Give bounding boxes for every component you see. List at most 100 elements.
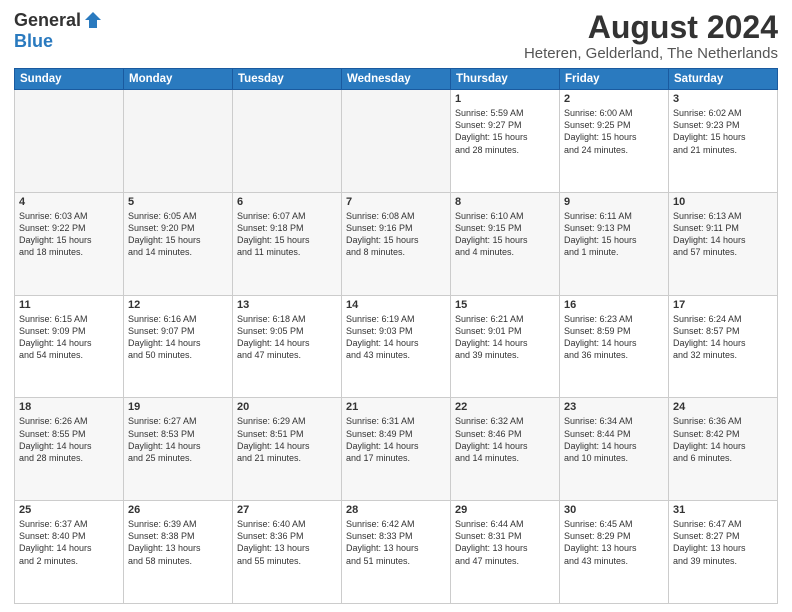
calendar-cell: 8 Sunrise: 6:10 AM Sunset: 9:15 PM Daylig… <box>451 192 560 295</box>
calendar-day-header: Thursday <box>451 69 560 90</box>
day-number: 11 <box>19 299 119 311</box>
day-info: Sunrise: 6:45 AM Sunset: 8:29 PM Dayligh… <box>564 518 664 567</box>
day-number: 5 <box>128 196 228 208</box>
day-info: Sunrise: 6:32 AM Sunset: 8:46 PM Dayligh… <box>455 415 555 464</box>
calendar-cell: 2 Sunrise: 6:00 AM Sunset: 9:25 PM Daylig… <box>560 90 669 193</box>
calendar-cell: 19 Sunrise: 6:27 AM Sunset: 8:53 PM Dayli… <box>124 398 233 501</box>
day-number: 3 <box>673 93 773 105</box>
day-number: 9 <box>564 196 664 208</box>
calendar-cell: 25 Sunrise: 6:37 AM Sunset: 8:40 PM Dayli… <box>15 501 124 604</box>
day-info: Sunrise: 6:10 AM Sunset: 9:15 PM Dayligh… <box>455 210 555 259</box>
day-number: 15 <box>455 299 555 311</box>
day-info: Sunrise: 6:40 AM Sunset: 8:36 PM Dayligh… <box>237 518 337 567</box>
calendar-day-header: Tuesday <box>233 69 342 90</box>
calendar-day-header: Wednesday <box>342 69 451 90</box>
calendar-cell: 3 Sunrise: 6:02 AM Sunset: 9:23 PM Daylig… <box>669 90 778 193</box>
day-number: 10 <box>673 196 773 208</box>
calendar-day-header: Saturday <box>669 69 778 90</box>
logo: General Blue <box>14 10 103 52</box>
calendar-week-row: 25 Sunrise: 6:37 AM Sunset: 8:40 PM Dayli… <box>15 501 778 604</box>
day-info: Sunrise: 6:02 AM Sunset: 9:23 PM Dayligh… <box>673 107 773 156</box>
day-number: 24 <box>673 401 773 413</box>
logo-blue-text: Blue <box>14 31 53 52</box>
calendar-cell: 27 Sunrise: 6:40 AM Sunset: 8:36 PM Dayli… <box>233 501 342 604</box>
calendar-cell: 24 Sunrise: 6:36 AM Sunset: 8:42 PM Dayli… <box>669 398 778 501</box>
logo-general-text: General <box>14 10 81 31</box>
calendar-week-row: 4Sunrise: 6:03 AM Sunset: 9:22 PM Daylig… <box>15 192 778 295</box>
month-year: August 2024 <box>524 10 778 45</box>
day-number: 29 <box>455 504 555 516</box>
calendar-cell: 14 Sunrise: 6:19 AM Sunset: 9:03 PM Dayli… <box>342 295 451 398</box>
calendar-cell: 22 Sunrise: 6:32 AM Sunset: 8:46 PM Dayli… <box>451 398 560 501</box>
day-info: Sunrise: 6:05 AM Sunset: 9:20 PM Dayligh… <box>128 210 228 259</box>
day-number: 26 <box>128 504 228 516</box>
calendar-day-header: Friday <box>560 69 669 90</box>
calendar-cell: 28 Sunrise: 6:42 AM Sunset: 8:33 PM Dayli… <box>342 501 451 604</box>
calendar-cell: 9 Sunrise: 6:11 AM Sunset: 9:13 PM Daylig… <box>560 192 669 295</box>
calendar-day-header: Sunday <box>15 69 124 90</box>
day-number: 18 <box>19 401 119 413</box>
day-info: Sunrise: 6:16 AM Sunset: 9:07 PM Dayligh… <box>128 313 228 362</box>
calendar-cell <box>342 90 451 193</box>
day-number: 30 <box>564 504 664 516</box>
day-number: 12 <box>128 299 228 311</box>
day-info: Sunrise: 6:18 AM Sunset: 9:05 PM Dayligh… <box>237 313 337 362</box>
day-info: Sunrise: 6:13 AM Sunset: 9:11 PM Dayligh… <box>673 210 773 259</box>
day-number: 6 <box>237 196 337 208</box>
day-info: Sunrise: 6:23 AM Sunset: 8:59 PM Dayligh… <box>564 313 664 362</box>
calendar-week-row: 11 Sunrise: 6:15 AM Sunset: 9:09 PM Dayli… <box>15 295 778 398</box>
day-info: Sunrise: 6:26 AM Sunset: 8:55 PM Dayligh… <box>19 415 119 464</box>
calendar-cell: 16Sunrise: 6:23 AM Sunset: 8:59 PM Dayli… <box>560 295 669 398</box>
day-number: 27 <box>237 504 337 516</box>
calendar-cell: 26 Sunrise: 6:39 AM Sunset: 8:38 PM Dayli… <box>124 501 233 604</box>
day-info: Sunrise: 6:08 AM Sunset: 9:16 PM Dayligh… <box>346 210 446 259</box>
day-number: 14 <box>346 299 446 311</box>
day-info: Sunrise: 6:27 AM Sunset: 8:53 PM Dayligh… <box>128 415 228 464</box>
day-number: 20 <box>237 401 337 413</box>
calendar-cell <box>124 90 233 193</box>
day-info: Sunrise: 6:44 AM Sunset: 8:31 PM Dayligh… <box>455 518 555 567</box>
day-number: 8 <box>455 196 555 208</box>
day-info: Sunrise: 6:11 AM Sunset: 9:13 PM Dayligh… <box>564 210 664 259</box>
calendar-cell: 13Sunrise: 6:18 AM Sunset: 9:05 PM Dayli… <box>233 295 342 398</box>
day-info: Sunrise: 6:15 AM Sunset: 9:09 PM Dayligh… <box>19 313 119 362</box>
calendar-cell: 20 Sunrise: 6:29 AM Sunset: 8:51 PM Dayli… <box>233 398 342 501</box>
calendar-cell <box>233 90 342 193</box>
day-number: 7 <box>346 196 446 208</box>
day-number: 21 <box>346 401 446 413</box>
day-number: 4 <box>19 196 119 208</box>
calendar-cell: 5 Sunrise: 6:05 AM Sunset: 9:20 PM Daylig… <box>124 192 233 295</box>
day-info: Sunrise: 6:37 AM Sunset: 8:40 PM Dayligh… <box>19 518 119 567</box>
day-info: Sunrise: 6:29 AM Sunset: 8:51 PM Dayligh… <box>237 415 337 464</box>
calendar-cell: 12 Sunrise: 6:16 AM Sunset: 9:07 PM Dayli… <box>124 295 233 398</box>
calendar-cell: 4Sunrise: 6:03 AM Sunset: 9:22 PM Daylig… <box>15 192 124 295</box>
calendar-cell: 1 Sunrise: 5:59 AM Sunset: 9:27 PM Daylig… <box>451 90 560 193</box>
day-info: Sunrise: 6:31 AM Sunset: 8:49 PM Dayligh… <box>346 415 446 464</box>
day-info: Sunrise: 6:21 AM Sunset: 9:01 PM Dayligh… <box>455 313 555 362</box>
calendar-cell: 6Sunrise: 6:07 AM Sunset: 9:18 PM Daylig… <box>233 192 342 295</box>
day-number: 23 <box>564 401 664 413</box>
day-number: 19 <box>128 401 228 413</box>
calendar-cell: 29 Sunrise: 6:44 AM Sunset: 8:31 PM Dayli… <box>451 501 560 604</box>
day-number: 1 <box>455 93 555 105</box>
day-info: Sunrise: 6:36 AM Sunset: 8:42 PM Dayligh… <box>673 415 773 464</box>
day-info: Sunrise: 6:19 AM Sunset: 9:03 PM Dayligh… <box>346 313 446 362</box>
day-number: 22 <box>455 401 555 413</box>
calendar-week-row: 1 Sunrise: 5:59 AM Sunset: 9:27 PM Daylig… <box>15 90 778 193</box>
day-info: Sunrise: 6:39 AM Sunset: 8:38 PM Dayligh… <box>128 518 228 567</box>
logo-icon <box>83 10 103 30</box>
day-number: 17 <box>673 299 773 311</box>
day-number: 28 <box>346 504 446 516</box>
calendar-cell: 10 Sunrise: 6:13 AM Sunset: 9:11 PM Dayli… <box>669 192 778 295</box>
calendar-cell: 30 Sunrise: 6:45 AM Sunset: 8:29 PM Dayli… <box>560 501 669 604</box>
day-info: Sunrise: 6:34 AM Sunset: 8:44 PM Dayligh… <box>564 415 664 464</box>
calendar-day-header: Monday <box>124 69 233 90</box>
day-info: Sunrise: 6:00 AM Sunset: 9:25 PM Dayligh… <box>564 107 664 156</box>
day-number: 25 <box>19 504 119 516</box>
day-info: Sunrise: 6:42 AM Sunset: 8:33 PM Dayligh… <box>346 518 446 567</box>
header: General Blue August 2024 Heteren, Gelder… <box>14 10 778 62</box>
calendar-week-row: 18 Sunrise: 6:26 AM Sunset: 8:55 PM Dayli… <box>15 398 778 501</box>
page: General Blue August 2024 Heteren, Gelder… <box>0 0 792 612</box>
day-number: 2 <box>564 93 664 105</box>
day-info: Sunrise: 5:59 AM Sunset: 9:27 PM Dayligh… <box>455 107 555 156</box>
